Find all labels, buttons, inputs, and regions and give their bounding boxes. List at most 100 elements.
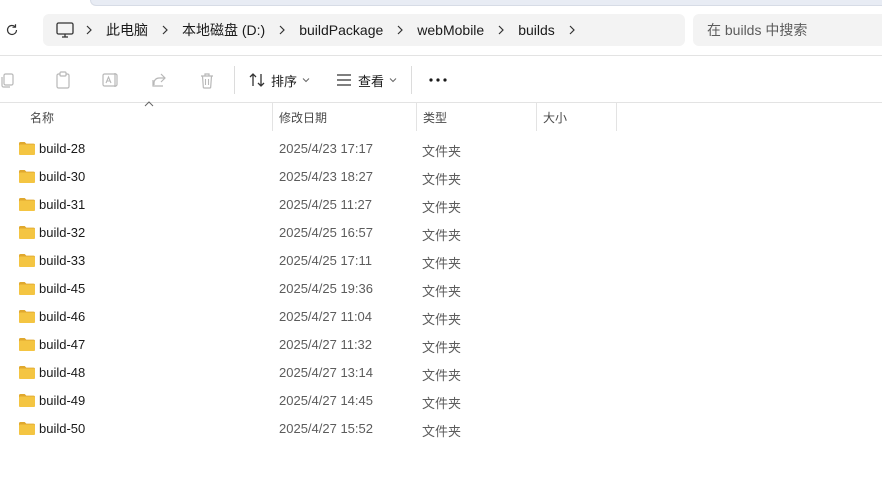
folder-icon <box>19 310 35 323</box>
file-row[interactable]: build-47 2025/4/27 11:32 文件夹 <box>0 330 882 358</box>
chevron-right-icon[interactable] <box>559 14 585 46</box>
rename-icon <box>102 73 118 87</box>
breadcrumb-buildpackage[interactable]: buildPackage <box>295 22 387 38</box>
copy-button[interactable] <box>0 63 24 97</box>
column-header-type-label: 类型 <box>423 110 448 125</box>
clipboard-icon <box>56 71 70 89</box>
folder-icon <box>19 366 35 379</box>
file-modified-date: 2025/4/23 18:27 <box>279 169 373 184</box>
file-row[interactable]: build-45 2025/4/25 19:36 文件夹 <box>0 274 882 302</box>
file-type: 文件夹 <box>422 312 462 327</box>
refresh-button[interactable] <box>0 18 24 42</box>
view-list-icon <box>337 74 352 86</box>
sort-label: 排序 <box>271 73 298 89</box>
file-name: build-45 <box>39 281 86 296</box>
file-name: build-31 <box>39 197 86 212</box>
folder-icon <box>19 142 35 155</box>
column-divider[interactable] <box>272 103 273 131</box>
chevron-right-icon[interactable] <box>488 14 514 46</box>
tab-strip <box>90 0 882 6</box>
this-pc-button[interactable] <box>54 14 76 46</box>
file-name: build-49 <box>39 393 86 408</box>
share-icon <box>152 73 166 87</box>
file-row[interactable]: build-49 2025/4/27 14:45 文件夹 <box>0 386 882 414</box>
column-header-date[interactable]: 修改日期 <box>279 103 415 131</box>
file-row[interactable]: build-50 2025/4/27 15:52 文件夹 <box>0 414 882 442</box>
view-menu-button[interactable]: 查看 <box>328 64 405 96</box>
column-header-size[interactable]: 大小 <box>543 103 615 131</box>
file-modified-date: 2025/4/23 17:17 <box>279 141 373 156</box>
file-type: 文件夹 <box>422 396 462 411</box>
file-modified-date: 2025/4/27 13:14 <box>279 365 373 380</box>
share-button[interactable] <box>142 63 176 97</box>
file-name: build-28 <box>39 141 86 156</box>
view-label: 查看 <box>358 73 385 89</box>
folder-icon <box>19 226 35 239</box>
file-row[interactable]: build-31 2025/4/25 11:27 文件夹 <box>0 190 882 218</box>
rename-button[interactable] <box>94 63 128 97</box>
chevron-down-icon <box>302 78 310 83</box>
folder-icon <box>19 170 35 183</box>
file-row[interactable]: build-33 2025/4/25 17:11 文件夹 <box>0 246 882 274</box>
folder-icon <box>19 394 35 407</box>
chevron-right-icon[interactable] <box>76 14 102 46</box>
file-row[interactable]: build-32 2025/4/25 16:57 文件夹 <box>0 218 882 246</box>
breadcrumb-webmobile[interactable]: webMobile <box>413 22 488 38</box>
search-input[interactable] <box>707 22 877 38</box>
column-divider[interactable] <box>416 103 417 131</box>
copy-icon <box>1 73 14 88</box>
file-type: 文件夹 <box>422 424 462 439</box>
file-type: 文件夹 <box>422 256 462 271</box>
file-row[interactable]: build-46 2025/4/27 11:04 文件夹 <box>0 302 882 330</box>
breadcrumb-local-disk[interactable]: 本地磁盘 (D:) <box>178 20 269 40</box>
command-bar: 排序 查看 <box>0 60 882 100</box>
folder-icon <box>19 254 35 267</box>
file-type: 文件夹 <box>422 200 462 215</box>
file-type: 文件夹 <box>422 368 462 383</box>
toolbar-divider <box>411 66 413 94</box>
file-modified-date: 2025/4/25 19:36 <box>279 281 373 296</box>
column-header-name-label: 名称 <box>30 110 55 125</box>
file-name: build-47 <box>39 337 86 352</box>
chevron-down-icon <box>389 78 397 83</box>
search-box[interactable] <box>693 14 882 46</box>
delete-button[interactable] <box>190 63 224 97</box>
file-modified-date: 2025/4/27 14:45 <box>279 393 373 408</box>
file-name: build-30 <box>39 169 86 184</box>
folder-icon <box>19 282 35 295</box>
file-type: 文件夹 <box>422 284 462 299</box>
breadcrumb-this-pc[interactable]: 此电脑 <box>102 20 152 40</box>
paste-button[interactable] <box>46 63 80 97</box>
folder-icon <box>19 338 35 351</box>
column-header-name[interactable]: 名称 <box>30 103 270 131</box>
file-name: build-48 <box>39 365 86 380</box>
more-options-button[interactable] <box>422 64 454 96</box>
file-list: build-28 2025/4/23 17:17 文件夹 build-30 2025/4… <box>0 134 882 442</box>
column-divider[interactable] <box>616 103 617 131</box>
sort-menu-button[interactable]: 排序 <box>241 64 318 96</box>
column-header-type[interactable]: 类型 <box>423 103 535 131</box>
file-modified-date: 2025/4/25 17:11 <box>279 253 373 268</box>
chevron-right-icon[interactable] <box>269 14 295 46</box>
file-modified-date: 2025/4/27 11:32 <box>279 337 373 352</box>
chevron-right-icon[interactable] <box>387 14 413 46</box>
file-type: 文件夹 <box>422 228 462 243</box>
file-row[interactable]: build-30 2025/4/23 18:27 文件夹 <box>0 162 882 190</box>
folder-icon <box>19 422 35 435</box>
breadcrumb-builds[interactable]: builds <box>514 22 559 38</box>
column-header-date-label: 修改日期 <box>279 110 328 125</box>
file-modified-date: 2025/4/27 11:04 <box>279 309 373 324</box>
column-divider[interactable] <box>536 103 537 131</box>
chevron-right-icon[interactable] <box>152 14 178 46</box>
file-type: 文件夹 <box>422 144 462 159</box>
file-modified-date: 2025/4/25 16:57 <box>279 225 373 240</box>
address-bar[interactable]: 此电脑 本地磁盘 (D:) buildPackage webMobile bui… <box>43 14 685 46</box>
column-header-size-label: 大小 <box>543 110 568 125</box>
file-row[interactable]: build-28 2025/4/23 17:17 文件夹 <box>0 134 882 162</box>
monitor-icon <box>56 22 74 38</box>
file-row[interactable]: build-48 2025/4/27 13:14 文件夹 <box>0 358 882 386</box>
file-modified-date: 2025/4/27 15:52 <box>279 421 373 436</box>
address-row: 此电脑 本地磁盘 (D:) buildPackage webMobile bui… <box>0 10 882 50</box>
file-name: build-50 <box>39 421 86 436</box>
file-type: 文件夹 <box>422 172 462 187</box>
